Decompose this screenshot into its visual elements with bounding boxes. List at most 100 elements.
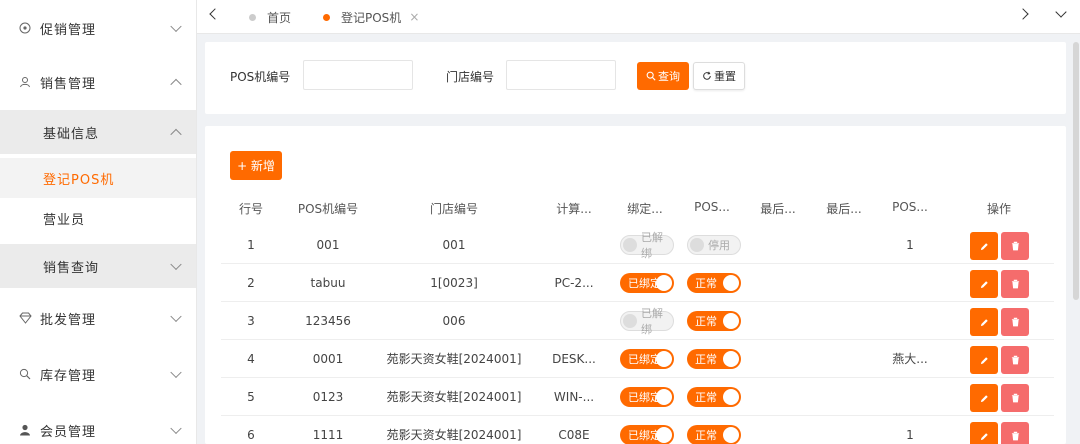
pencil-icon — [980, 432, 988, 440]
chevron-down-icon — [170, 422, 182, 435]
pos-number-label: POS机编号 — [230, 70, 291, 84]
status-switch[interactable]: 正常 — [687, 273, 741, 293]
query-button-label: 查询 — [658, 70, 680, 83]
delete-button[interactable] — [1001, 308, 1029, 336]
pencil-icon — [980, 280, 988, 288]
sidebar: 促销管理 销售管理 基础信息 登记POS机 营业员 销售查询 批发管理 库存管理 — [0, 0, 197, 444]
status-switch[interactable]: 正常 — [687, 425, 741, 444]
menu-member[interactable]: 会员管理 — [0, 402, 196, 444]
menu-sales[interactable]: 销售管理 — [0, 54, 196, 110]
tab-register-pos[interactable]: 登记POS机 × — [323, 0, 419, 34]
bind-switch[interactable]: 已绑定 — [620, 425, 674, 444]
status-switch[interactable]: 正常 — [687, 349, 741, 369]
tab-home-label: 首页 — [267, 10, 292, 25]
menu-register-pos[interactable]: 登记POS机 — [0, 158, 196, 198]
reset-button[interactable]: 重置 — [693, 62, 745, 90]
status-switch[interactable]: 正常 — [687, 387, 741, 407]
search-icon — [646, 71, 656, 81]
trash-icon — [1011, 317, 1019, 327]
chevron-down-icon[interactable] — [1055, 6, 1067, 18]
status-switch-label: 正常 — [695, 277, 717, 290]
delete-button[interactable] — [1001, 422, 1029, 444]
menu-register-pos-label: 登记POS机 — [43, 172, 115, 188]
edit-button[interactable] — [970, 422, 998, 444]
status-switch[interactable]: 正常 — [687, 311, 741, 331]
trash-icon — [1011, 355, 1019, 365]
switch-knob — [656, 351, 672, 367]
menu-clerk[interactable]: 营业员 — [0, 198, 196, 238]
bind-switch[interactable]: 已绑定 — [620, 273, 674, 293]
status-switch-label: 正常 — [695, 429, 717, 442]
cell-store-number: 001 — [442, 238, 466, 252]
tab-home[interactable]: 首页 — [249, 0, 291, 34]
cell-pos2: 燕大... — [892, 352, 928, 366]
cell-store-number: 苑影天资女鞋[2024001] — [386, 390, 522, 404]
header-last2: 最后... — [826, 202, 862, 216]
cell-pos-number: 123456 — [305, 314, 351, 328]
edit-button[interactable] — [970, 346, 998, 374]
bind-switch[interactable]: 已解绑 — [620, 307, 674, 336]
scrollbar[interactable] — [1073, 42, 1079, 300]
submenu-basic-info[interactable]: 基础信息 — [0, 110, 196, 154]
edit-button[interactable] — [970, 270, 998, 298]
bind-switch[interactable]: 已解绑 — [620, 231, 674, 260]
menu-wholesale[interactable]: 批发管理 — [0, 290, 196, 346]
status-switch-label: 停用 — [708, 239, 730, 252]
cell-row-no: 6 — [247, 428, 255, 442]
chevron-up-icon — [170, 78, 182, 91]
cell-last2 — [812, 378, 876, 416]
switch-knob — [656, 275, 672, 291]
add-button[interactable]: + 新增 — [230, 151, 282, 180]
edit-button[interactable] — [970, 308, 998, 336]
chevron-down-icon — [170, 366, 182, 379]
pencil-icon — [980, 242, 988, 250]
cell-last2 — [812, 264, 876, 302]
cell-last1 — [746, 226, 810, 264]
header-actions: 操作 — [986, 202, 1011, 216]
query-button[interactable]: 查询 — [637, 62, 689, 90]
cell-row-no: 4 — [247, 352, 255, 366]
pos-number-input[interactable] — [303, 60, 413, 90]
cell-store-number: 苑影天资女鞋[2024001] — [386, 428, 522, 442]
status-switch[interactable]: 停用 — [687, 235, 741, 255]
cell-last2 — [812, 302, 876, 340]
header-pos-number: POS机编号 — [297, 202, 359, 216]
chevron-right-icon[interactable] — [1017, 8, 1029, 20]
submenu-sales-query[interactable]: 销售查询 — [0, 244, 196, 288]
table-row: 5 0123 苑影天资女鞋[2024001] WIN-... 已绑定 正常 — [221, 378, 1054, 416]
edit-button[interactable] — [970, 384, 998, 412]
switch-knob — [656, 427, 672, 443]
header-pos2: POS... — [892, 200, 928, 214]
menu-inventory-label: 库存管理 — [40, 368, 97, 384]
close-icon[interactable]: × — [409, 10, 419, 24]
menu-member-label: 会员管理 — [40, 424, 97, 440]
user-icon — [18, 75, 32, 89]
cell-calc — [538, 302, 610, 340]
delete-button[interactable] — [1001, 232, 1029, 260]
bind-switch[interactable]: 已绑定 — [620, 349, 674, 369]
cell-calc: C08E — [558, 428, 590, 442]
store-number-input[interactable] — [506, 60, 616, 90]
circle-plus-icon — [18, 21, 32, 35]
pencil-icon — [980, 318, 988, 326]
menu-clerk-label: 营业员 — [43, 212, 86, 228]
cell-row-no: 2 — [247, 276, 255, 290]
cell-last2 — [812, 226, 876, 264]
cell-row-no: 1 — [247, 238, 255, 252]
edit-button[interactable] — [970, 232, 998, 260]
table-row: 2 tabuu 1[0023] PC-2... 已绑定 正常 — [221, 264, 1054, 302]
switch-knob — [723, 427, 739, 443]
delete-button[interactable] — [1001, 384, 1029, 412]
menu-promo-label: 促销管理 — [40, 22, 97, 38]
chevron-left-icon[interactable] — [209, 8, 221, 20]
cell-pos2 — [878, 264, 942, 302]
submenu-basic-info-label: 基础信息 — [43, 126, 100, 142]
menu-promo[interactable]: 促销管理 — [0, 0, 196, 56]
delete-button[interactable] — [1001, 346, 1029, 374]
menu-inventory[interactable]: 库存管理 — [0, 346, 196, 402]
delete-button[interactable] — [1001, 270, 1029, 298]
chevron-up-icon — [170, 128, 182, 141]
cell-pos-number: 1111 — [312, 428, 344, 442]
status-switch-label: 正常 — [695, 315, 717, 328]
bind-switch[interactable]: 已绑定 — [620, 387, 674, 407]
